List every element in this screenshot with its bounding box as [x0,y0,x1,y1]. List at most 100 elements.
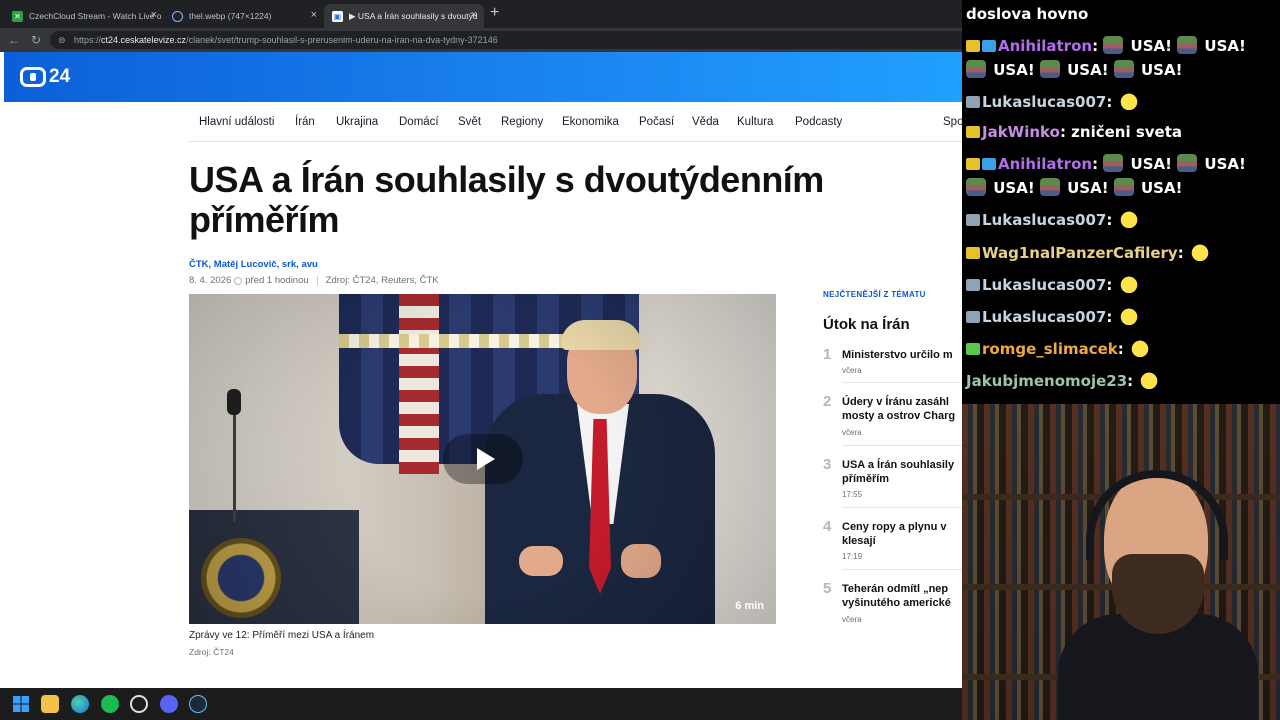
file-explorer-icon[interactable] [41,695,59,713]
sidebar-article-5[interactable]: 5 Teherán odmítl „nep vyšinutého americké… [823,580,962,628]
chat-message: doslova hovno [966,2,1276,26]
sidebar-article-title: Údery v Íránu zasáhl mosty a ostrov Charg [842,396,956,422]
chat-username[interactable]: Anihilatron [998,155,1092,173]
usa-emote-icon [1039,178,1060,196]
badge-icon [966,311,980,323]
chat-username[interactable]: Lukaslucas007 [982,93,1106,111]
sidebar-article-4[interactable]: 4 Ceny ropy a plynu v klesají 17:19 [823,518,962,572]
ct-logo-icon [20,67,46,87]
site-info-icon[interactable]: ⊜ [58,35,68,45]
video-player[interactable]: 6 min [189,294,776,624]
tab-ct24-article[interactable]: ▣ ▶ USA a Írán souhlasily s dvoutýd × [324,4,484,28]
usa-emote-icon [1177,154,1198,172]
nav-svet[interactable]: Svět [458,116,481,128]
browser-window: ✕ CzechCloud Stream - Watch Live o × the… [0,0,962,688]
chat-message: Lukaslucas007: [966,273,1276,297]
usa-emote-icon [1103,36,1124,54]
badge-icon [966,96,980,108]
tab-strip: ✕ CzechCloud Stream - Watch Live o × the… [0,0,962,28]
article-date: 8. 4. 2026 [189,275,232,286]
steam-icon[interactable] [189,695,207,713]
chat-username[interactable]: Jakubjmenomoje23 [966,372,1127,390]
sidebar-article-1[interactable]: 1 Ministerstvo určilo m včera [823,346,962,386]
subscriber-badge-icon [966,158,980,170]
play-button[interactable] [443,434,523,484]
chat-username[interactable]: Lukaslucas007 [982,276,1106,294]
nav-ukrajina[interactable]: Ukrajina [336,116,378,128]
divider [842,382,962,383]
rank-number: 1 [823,346,832,363]
nav-regiony[interactable]: Regiony [501,116,543,128]
nav-pocasi[interactable]: Počasí [639,116,674,128]
tab-title: CzechCloud Stream - Watch Live o [29,11,162,21]
video-caption: Zprávy ve 12: Příměří mezi USA a Íránem [189,630,375,641]
article-time-ago: před 1 hodinou [245,275,309,286]
section-nav: Hlavní události Írán Ukrajina Domácí Svě… [189,110,962,142]
duck-emote-icon [1117,92,1138,110]
tab-title: thel.webp (747×1224) [189,11,272,21]
chat-username[interactable]: Lukaslucas007 [982,211,1106,229]
chat-message: Anihilatron: USA! USA! [966,34,1276,58]
chat-message: Jakubjmenomoje23: [966,369,1276,393]
address-bar[interactable]: ⊜ https://ct24.ceskatelevize.cz/clanek/s… [50,31,962,49]
duck-emote-icon [1117,275,1138,293]
edge-icon[interactable] [71,695,89,713]
badge-icon [966,343,980,355]
usa-emote-icon [1113,178,1134,196]
chat-message: Lukaslucas007: [966,305,1276,329]
close-tab-icon[interactable]: × [311,9,317,21]
sidebar-title[interactable]: Útok na Írán [823,316,910,333]
article-byline[interactable]: ČTK, Matěj Lucovič, srk, avu [189,259,318,270]
nav-podcasty[interactable]: Podcasty [795,116,842,128]
clock-icon [234,276,243,285]
chat-username[interactable]: romge_slimacek [982,340,1118,358]
video-duration: 6 min [735,600,764,612]
rank-number: 3 [823,456,832,473]
discord-icon[interactable] [160,695,178,713]
obs-icon[interactable] [130,695,148,713]
sidebar-article-2[interactable]: 2 Údery v Íránu zasáhl mosty a ostrov Cha… [823,393,962,447]
usa-emote-icon [966,60,986,78]
back-arrow-icon[interactable]: ← [6,31,22,49]
screen: ✕ CzechCloud Stream - Watch Live o × the… [0,0,1280,720]
ct24-logo[interactable]: 24 [20,66,70,88]
close-tab-icon[interactable]: × [151,9,157,21]
nav-veda[interactable]: Věda [692,116,719,128]
new-tab-icon[interactable]: + [490,4,499,22]
sidebar-article-time: 17:55 [842,490,863,499]
sidebar-article-3[interactable]: 3 USA a Írán souhlasily příměřím 17:55 [823,456,962,510]
nav-domaci[interactable]: Domácí [399,116,439,128]
subscriber-badge-icon [966,247,980,259]
tab-image[interactable]: thel.webp (747×1224) × [164,4,324,28]
chat-username[interactable]: JakWinko [982,123,1060,141]
chat-username[interactable]: Wag1nalPanzerCafilery [982,244,1178,262]
usa-emote-icon [1039,60,1060,78]
rank-number: 4 [823,518,832,535]
badge-icon [966,279,980,291]
close-tab-icon[interactable]: × [471,9,477,21]
chat-username[interactable]: Lukaslucas007 [982,308,1106,326]
nav-ekonomika[interactable]: Ekonomika [562,116,619,128]
duck-emote-icon [1128,339,1149,357]
windows-start-icon[interactable] [12,695,30,713]
nav-kultura[interactable]: Kultura [737,116,773,128]
divider [842,569,962,570]
toolbar: ← ↻ ⊜ https://ct24.ceskatelevize.cz/clan… [0,28,962,52]
url-text: https://ct24.ceskatelevize.cz/clanek/sve… [74,35,498,45]
article-source: Zdroj: ČT24, Reuters, ČTK [325,275,439,286]
site-header: 24 [4,52,962,102]
nav-hlavni-udalosti[interactable]: Hlavní události [199,116,274,128]
chat-username[interactable]: Anihilatron [998,37,1092,55]
spotify-icon[interactable] [101,695,119,713]
globe-icon [172,10,183,22]
chat-message: Anihilatron: USA! USA! [966,152,1276,176]
nav-sport[interactable]: Spo [943,116,962,128]
sidebar-article-title: Teherán odmítl „nep vyšinutého americké [842,583,951,609]
chat-text: doslova hovno [966,5,1089,23]
reload-icon[interactable]: ↻ [28,31,44,49]
nav-iran[interactable]: Írán [295,116,315,128]
tab-czechcloud[interactable]: ✕ CzechCloud Stream - Watch Live o × [4,4,164,28]
article-headline: USA a Írán souhlasily s dvoutýdenním pří… [189,159,824,240]
chat-message: Wag1nalPanzerCafilery: [966,241,1276,265]
article-meta: 8. 4. 2026 před 1 hodinou Zdroj: ČT24, R… [189,275,439,286]
